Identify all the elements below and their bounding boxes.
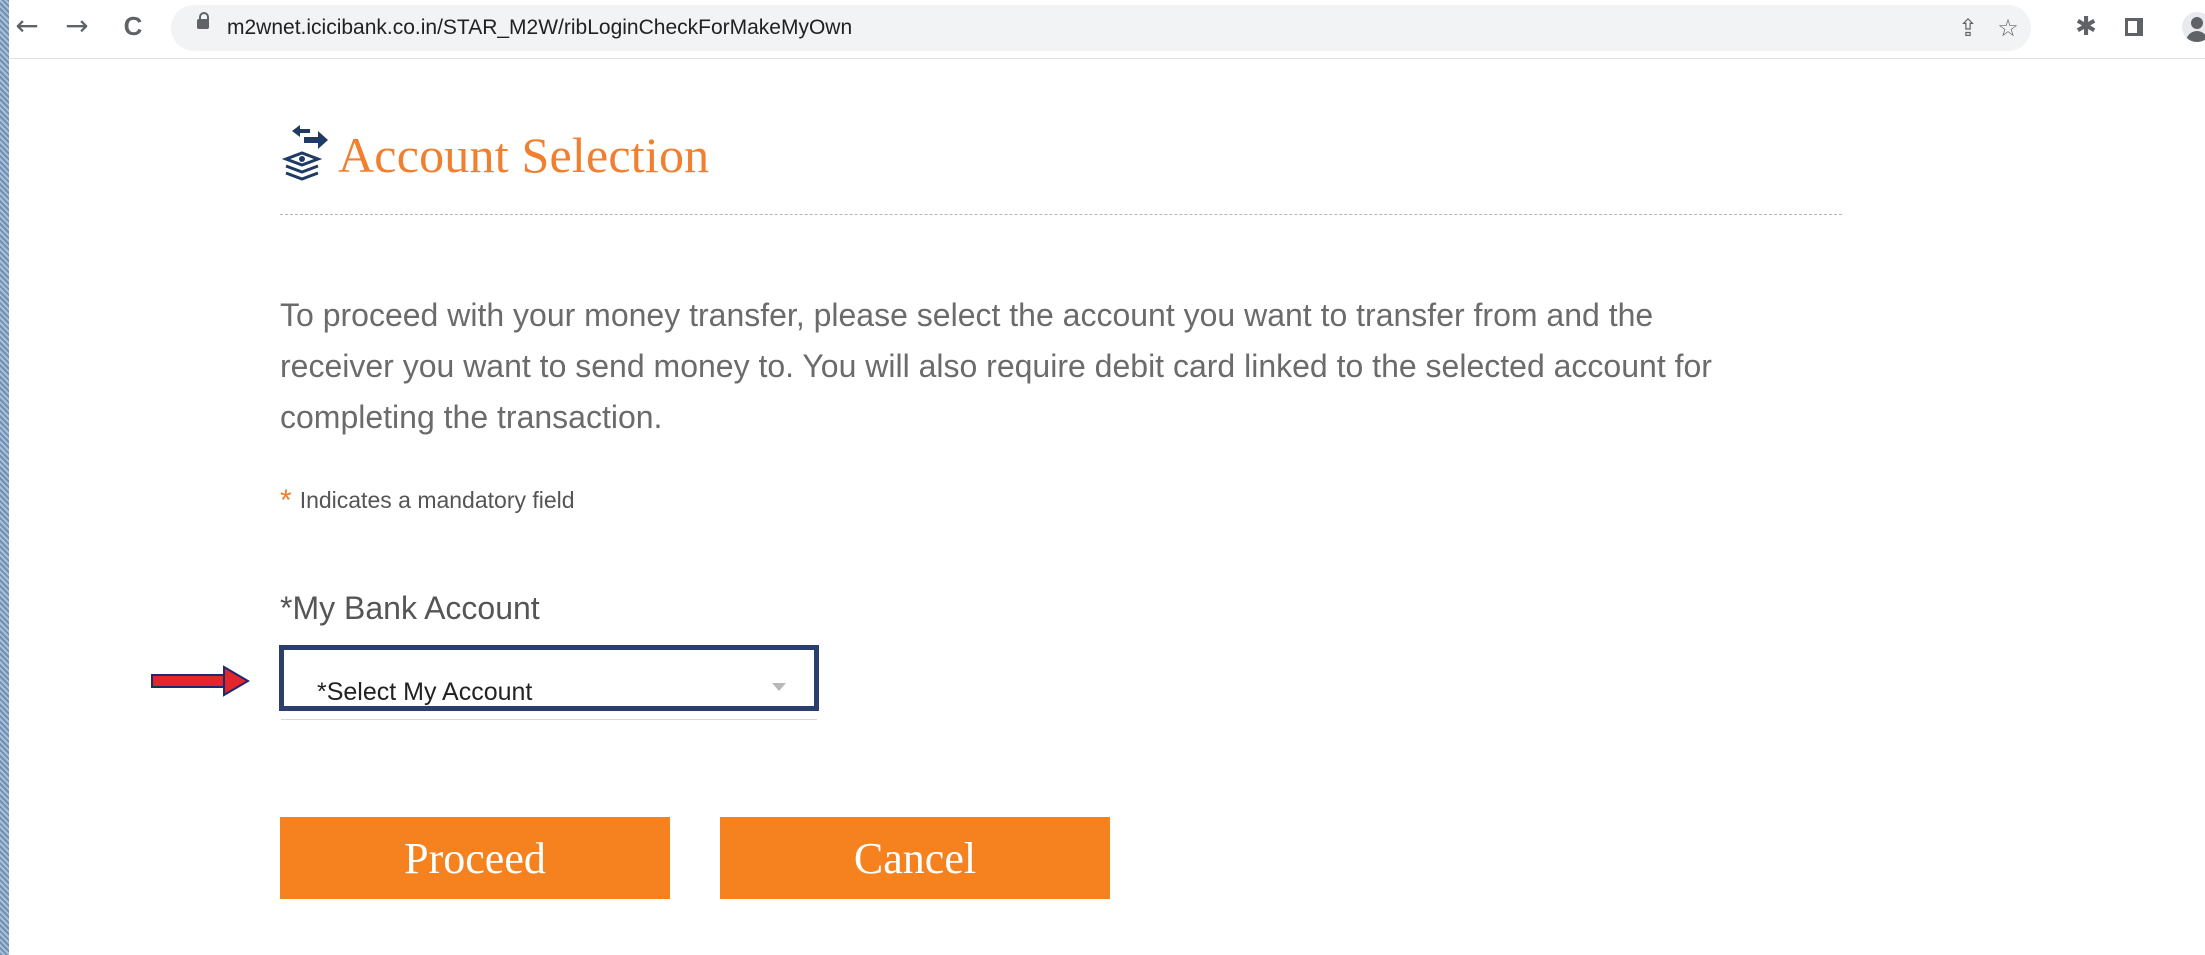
chevron-down-icon <box>772 683 786 691</box>
my-bank-account-label: *My Bank Account <box>280 590 540 626</box>
bookmark-star-icon[interactable]: ☆ <box>1993 13 2023 43</box>
proceed-button[interactable]: Proceed <box>280 817 670 899</box>
side-panel-glyph <box>2125 18 2143 36</box>
header-divider <box>280 214 1842 215</box>
page: ← → C m2wnet.icicibank.co.in/STAR_M2W/ri… <box>0 0 2205 955</box>
address-bar[interactable]: m2wnet.icicibank.co.in/STAR_M2W/ribLogin… <box>171 5 2031 51</box>
forward-arrow-icon[interactable]: → <box>59 8 95 44</box>
share-icon[interactable]: ⇪ <box>1953 13 1983 43</box>
mandatory-note-text: Indicates a mandatory field <box>299 487 575 513</box>
browser-toolbar: ← → C m2wnet.icicibank.co.in/STAR_M2W/ri… <box>9 0 2205 59</box>
my-account-select[interactable]: *Select My Account <box>279 645 819 711</box>
url-text[interactable]: m2wnet.icicibank.co.in/STAR_M2W/ribLogin… <box>227 16 852 40</box>
desktop-background-strip <box>0 0 9 955</box>
reload-icon[interactable]: C <box>115 8 151 44</box>
annotation-arrow-icon <box>151 665 250 697</box>
side-panel-icon[interactable] <box>2117 10 2151 44</box>
page-header: Account Selection <box>280 120 709 190</box>
mandatory-asterisk: * <box>280 484 292 517</box>
back-arrow-icon[interactable]: ← <box>9 8 45 44</box>
my-account-select-value: *Select My Account <box>317 678 533 706</box>
profile-avatar-icon[interactable] <box>2182 12 2205 42</box>
lock-icon[interactable] <box>197 12 209 29</box>
page-title: Account Selection <box>338 127 710 183</box>
money-transfer-icon <box>281 125 328 181</box>
mandatory-field-note: * Indicates a mandatory field <box>280 484 575 518</box>
extensions-puzzle-icon[interactable]: ✱ <box>2069 10 2103 44</box>
intro-paragraph: To proceed with your money transfer, ple… <box>280 297 1712 435</box>
select-underline <box>281 719 817 720</box>
cancel-button[interactable]: Cancel <box>720 817 1110 899</box>
